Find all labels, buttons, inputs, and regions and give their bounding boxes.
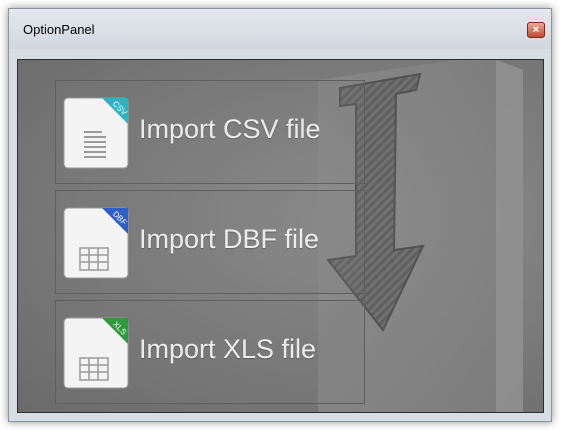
- title-bar[interactable]: OptionPanel ×: [9, 9, 551, 49]
- import-dbf-label: Import DBF file: [139, 224, 320, 254]
- import-csv-label: Import CSV file: [139, 114, 321, 144]
- import-dbf-button[interactable]: DBF Import DBF file: [55, 190, 365, 294]
- csv-file-icon: CSV: [63, 97, 129, 169]
- option-panel: CSV Import CSV file DBF Import DBF file: [17, 59, 544, 413]
- xls-file-icon: XLS: [63, 317, 129, 389]
- import-xls-label: Import XLS file: [139, 334, 317, 364]
- option-panel-window: OptionPanel × CSV Import CSV file DBF Im…: [8, 8, 552, 422]
- close-icon: ×: [532, 23, 540, 36]
- window-title: OptionPanel: [23, 22, 95, 37]
- close-button[interactable]: ×: [527, 22, 545, 38]
- dbf-file-icon: DBF: [63, 207, 129, 279]
- import-xls-button[interactable]: XLS Import XLS file: [55, 300, 365, 404]
- import-csv-button[interactable]: CSV Import CSV file: [55, 80, 365, 184]
